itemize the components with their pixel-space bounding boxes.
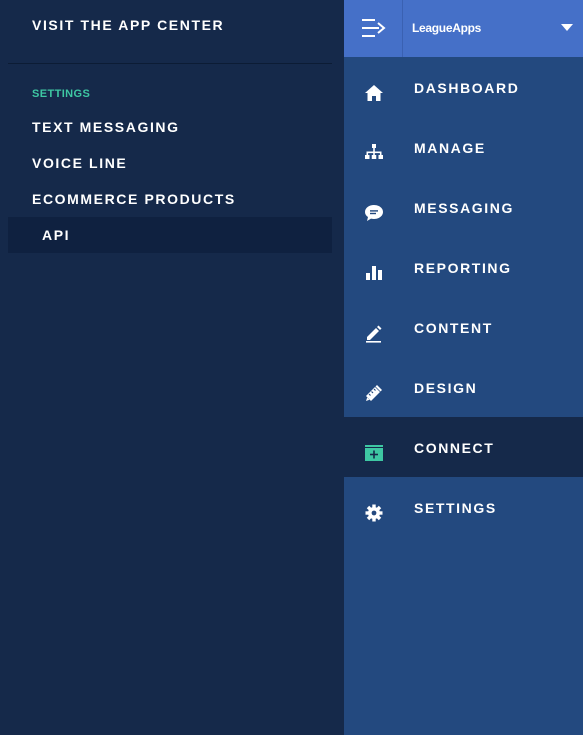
nav-item-reporting[interactable]: REPORTING (344, 237, 583, 297)
chat-bubble-icon (363, 202, 385, 224)
submenu-item-api[interactable]: API (8, 217, 332, 253)
nav-item-messaging[interactable]: MESSAGING (344, 177, 583, 237)
nav-header: LeagueApps (344, 0, 583, 57)
nav-label-connect: CONNECT (414, 440, 495, 456)
submenu-item-voice-line[interactable]: VOICE LINE (8, 145, 332, 181)
nav-item-manage[interactable]: MANAGE (344, 117, 583, 177)
collapse-menu-icon (362, 19, 386, 37)
main-navigation: LeagueApps DASHBOARD MANAGE MESSAGING RE… (344, 0, 583, 735)
nav-label-reporting: REPORTING (414, 260, 512, 276)
nav-item-content[interactable]: CONTENT (344, 297, 583, 357)
org-chart-icon (363, 142, 385, 164)
submenu-divider (8, 63, 332, 64)
settings-submenu-panel: VISIT THE APP CENTER SETTINGS TEXT MESSA… (0, 0, 344, 735)
organization-selector[interactable]: LeagueApps (403, 0, 583, 57)
nav-label-settings: SETTINGS (414, 500, 497, 516)
chevron-down-icon (561, 24, 573, 31)
pencil-icon (363, 322, 385, 344)
bar-chart-icon (363, 262, 385, 284)
nav-label-design: DESIGN (414, 380, 478, 396)
nav-item-connect[interactable]: CONNECT (344, 417, 583, 477)
nav-label-messaging: MESSAGING (414, 200, 514, 216)
organization-name: LeagueApps (412, 21, 482, 35)
nav-label-dashboard: DASHBOARD (414, 80, 520, 96)
nav-label-content: CONTENT (414, 320, 493, 336)
nav-item-dashboard[interactable]: DASHBOARD (344, 57, 583, 117)
submenu-item-ecommerce-products[interactable]: ECOMMERCE PRODUCTS (8, 181, 332, 217)
nav-item-settings[interactable]: SETTINGS (344, 477, 583, 537)
nav-item-design[interactable]: DESIGN (344, 357, 583, 417)
home-icon (363, 82, 385, 104)
nav-label-manage: MANAGE (414, 140, 486, 156)
add-box-icon (363, 442, 385, 464)
menu-toggle-button[interactable] (344, 0, 402, 57)
visit-app-center-link[interactable]: VISIT THE APP CENTER (32, 16, 224, 34)
submenu-section-heading: SETTINGS (32, 88, 91, 100)
app-root: VISIT THE APP CENTER SETTINGS TEXT MESSA… (0, 0, 583, 735)
submenu-item-text-messaging[interactable]: TEXT MESSAGING (8, 109, 332, 145)
ruler-pencil-icon (363, 382, 385, 404)
gear-icon (363, 502, 385, 524)
